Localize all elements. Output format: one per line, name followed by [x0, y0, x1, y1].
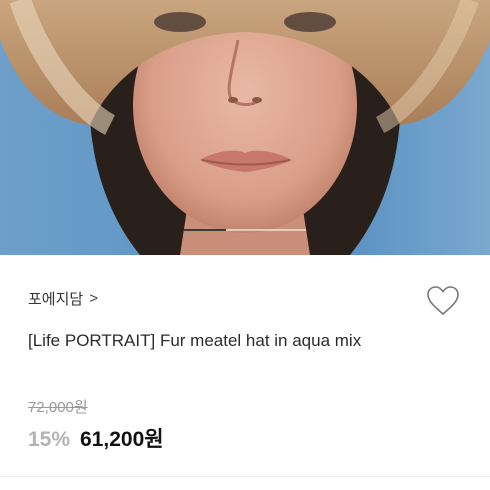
portrait-illustration	[0, 0, 490, 255]
brand-name: 포에지담	[28, 291, 84, 308]
heart-outline-icon	[427, 286, 459, 316]
product-image[interactable]	[0, 0, 490, 255]
carousel-indicator-active	[184, 229, 226, 231]
divider	[0, 476, 490, 477]
brand-link[interactable]: 포에지담 >	[28, 288, 98, 309]
chevron-right-icon: >	[89, 290, 98, 307]
wishlist-button[interactable]	[425, 283, 461, 319]
price-row: 15% 61,200원	[28, 423, 164, 453]
carousel-indicator[interactable]	[184, 229, 306, 231]
original-price: 72,000원	[28, 399, 88, 416]
product-title[interactable]: [Life PORTRAIT] Fur meatel hat in aqua m…	[28, 327, 388, 355]
discount-rate: 15%	[28, 428, 71, 451]
sale-price: 61,200원	[80, 428, 164, 451]
